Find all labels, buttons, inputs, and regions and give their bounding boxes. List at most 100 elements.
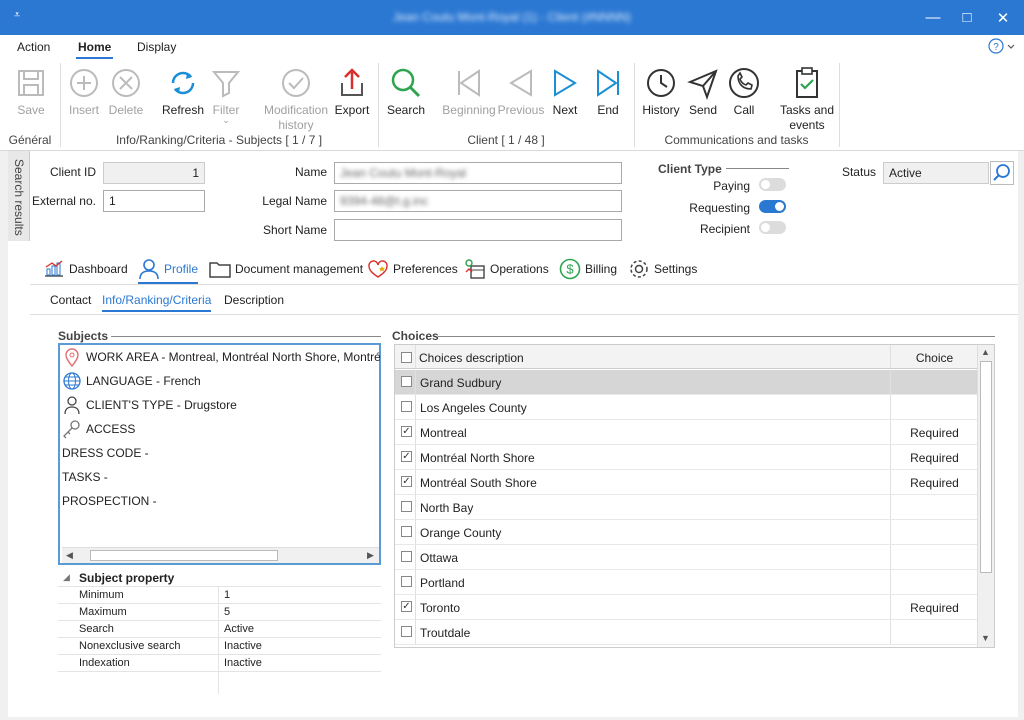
previous-icon	[509, 69, 532, 97]
tab-dashboard[interactable]: Dashboard	[43, 256, 128, 282]
delete-button[interactable]: Delete	[96, 65, 156, 135]
row-checkbox[interactable]	[401, 576, 412, 587]
close-icon[interactable]: ✕	[986, 0, 1020, 35]
table-row[interactable]: Troutdale	[395, 620, 977, 645]
choice-value[interactable]: Required	[892, 476, 977, 490]
minimize-icon[interactable]: —	[916, 0, 950, 35]
requesting-toggle[interactable]	[759, 200, 786, 213]
table-row[interactable]: North Bay	[395, 495, 977, 520]
row-checkbox[interactable]	[401, 626, 412, 637]
tab-document-management[interactable]: Document management	[209, 256, 363, 282]
scroll-left-icon[interactable]: ◀	[66, 550, 73, 561]
tab-settings[interactable]: Settings	[628, 256, 697, 282]
table-row[interactable]: Ottawa	[395, 545, 977, 570]
choice-value[interactable]: Required	[892, 601, 977, 615]
chart-icon	[45, 260, 63, 277]
choice-value[interactable]: Required	[892, 451, 977, 465]
window-title: Jean Coutu Mont-Royal (1) - Client (#NNN…	[392, 10, 632, 24]
short-name-field[interactable]	[334, 219, 622, 241]
legal-name-field[interactable]: 9394-48@t.g.inc	[334, 190, 622, 212]
table-row[interactable]: ✓ Montréal North Shore Required	[395, 445, 977, 470]
choice-value[interactable]: Required	[892, 426, 977, 440]
filter-button[interactable]: Filter ⌄	[196, 65, 256, 135]
table-row[interactable]: Orange County	[395, 520, 977, 545]
tab-dashboard-label: Dashboard	[69, 262, 128, 276]
row-checkbox[interactable]: ✓	[401, 476, 412, 487]
scroll-down-icon[interactable]: ▼	[981, 633, 990, 643]
tab-operations[interactable]: Operations	[464, 256, 549, 282]
row-checkbox[interactable]	[401, 376, 412, 387]
call-button[interactable]: Call	[714, 65, 774, 135]
search-button[interactable]: Search	[376, 65, 436, 135]
list-item[interactable]: CLIENT'S TYPE - Drugstore	[62, 393, 380, 417]
tab-operations-label: Operations	[490, 262, 549, 276]
scrollbar-thumb[interactable]	[90, 550, 278, 561]
subtab-info-ranking-criteria[interactable]: Info/Ranking/Criteria	[102, 293, 212, 312]
choice-description: Ottawa	[420, 551, 459, 565]
filter-icon	[211, 71, 241, 98]
table-row[interactable]: Portland	[395, 570, 977, 595]
row-checkbox[interactable]	[401, 501, 412, 512]
list-item[interactable]: LANGUAGE - French	[62, 369, 380, 393]
table-row[interactable]: Los Angeles County	[395, 395, 977, 420]
row-checkbox[interactable]: ✓	[401, 601, 412, 612]
beginning-button[interactable]: Beginning	[439, 65, 499, 135]
status-search-icon[interactable]	[990, 161, 1014, 185]
horizontal-scrollbar[interactable]: ◀ ▶	[62, 547, 379, 563]
col-choice[interactable]: Choice	[892, 351, 977, 365]
row-checkbox[interactable]	[401, 526, 412, 537]
menu-action[interactable]: Action	[17, 40, 50, 54]
call-label: Call	[733, 103, 755, 117]
grid-header: Choices description Choice	[395, 345, 977, 369]
external-no-field[interactable]: 1	[103, 190, 205, 212]
recipient-toggle[interactable]	[759, 221, 786, 234]
property-row[interactable]: Minimum 1	[58, 587, 381, 604]
collapse-icon[interactable]: ◢	[63, 572, 70, 583]
end-button[interactable]: End	[578, 65, 638, 135]
property-row[interactable]: Maximum 5	[58, 604, 381, 621]
export-button[interactable]: Export	[322, 65, 382, 135]
list-item[interactable]: DRESS CODE -	[62, 441, 380, 465]
menu-display[interactable]: Display	[137, 40, 176, 54]
tab-profile[interactable]: Profile	[138, 256, 199, 285]
table-row[interactable]: ✓ Montreal Required	[395, 420, 977, 445]
row-checkbox[interactable]	[401, 401, 412, 412]
select-all-checkbox[interactable]	[401, 352, 412, 363]
property-row[interactable]: Indexation Inactive	[58, 655, 381, 672]
table-row[interactable]: ✓ Toronto Required	[395, 595, 977, 620]
person-icon	[64, 396, 80, 415]
maximize-icon[interactable]: □	[950, 0, 984, 35]
tab-billing[interactable]: $ Billing	[559, 256, 617, 282]
scrollbar-thumb[interactable]	[980, 361, 992, 573]
subtab-description[interactable]: Description	[224, 293, 284, 307]
name-field[interactable]: Jean Coutu Mont-Royal	[334, 162, 622, 184]
export-icon	[341, 68, 363, 96]
list-item[interactable]: PROSPECTION -	[62, 489, 380, 513]
row-checkbox[interactable]: ✓	[401, 426, 412, 437]
list-item[interactable]: WORK AREA - Montreal, Montréal North Sho…	[62, 345, 380, 369]
paying-toggle[interactable]	[759, 178, 786, 191]
save-button[interactable]: Save	[1, 65, 61, 135]
subjects-list[interactable]: WORK AREA - Montreal, Montréal North Sho…	[58, 343, 381, 565]
table-row[interactable]: Grand Sudbury	[395, 370, 977, 395]
vertical-scrollbar[interactable]: ▲ ▼	[977, 345, 994, 647]
menu-home[interactable]: Home	[75, 40, 114, 59]
scroll-up-icon[interactable]: ▲	[981, 347, 990, 357]
list-item[interactable]: ACCESS	[62, 417, 380, 441]
tab-preferences[interactable]: Preferences	[367, 256, 458, 282]
last-record-icon	[597, 69, 619, 97]
property-row[interactable]: Nonexclusive search Inactive	[58, 638, 381, 655]
scroll-right-icon[interactable]: ▶	[367, 550, 374, 561]
choices-grid[interactable]: Choices description Choice Grand Sudbury…	[394, 344, 995, 648]
property-row[interactable]: Search Active	[58, 621, 381, 638]
list-item[interactable]: TASKS -	[62, 465, 380, 489]
col-choices-description[interactable]: Choices description	[419, 351, 524, 365]
choice-description: Los Angeles County	[420, 401, 527, 415]
row-checkbox[interactable]	[401, 551, 412, 562]
legal-name-label: Legal Name	[262, 194, 327, 208]
subtab-contact[interactable]: Contact	[50, 293, 91, 307]
tasks-events-button[interactable]: Tasks and events	[776, 65, 838, 135]
row-checkbox[interactable]: ✓	[401, 451, 412, 462]
table-row[interactable]: ✓ Montréal South Shore Required	[395, 470, 977, 495]
help-icon[interactable]: ?	[988, 38, 1018, 56]
